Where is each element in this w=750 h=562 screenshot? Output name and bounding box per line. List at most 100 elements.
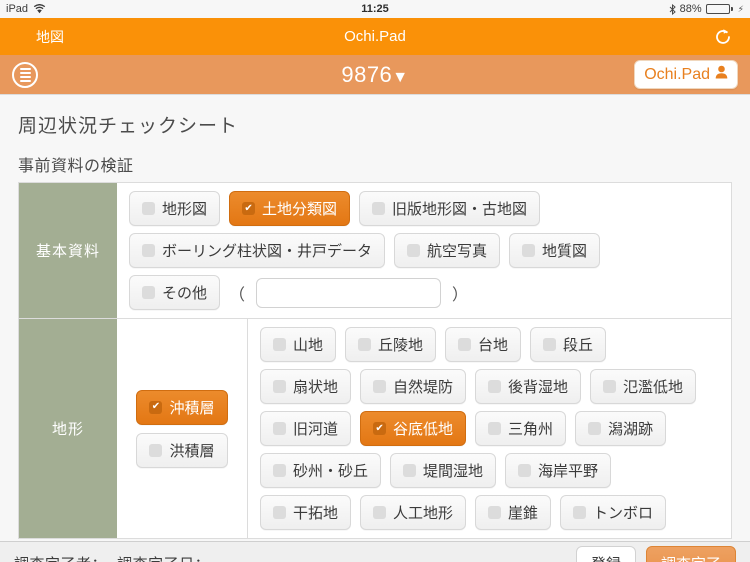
chip-label: 旧河道 [293,421,339,438]
page-content: 周辺状況チェックシート 事前資料の検証 基本資料 地形図 ✔ 土地分類図 旧版地… [0,95,750,541]
page-title: 周辺状況チェックシート [18,116,239,137]
register-button[interactable]: 登録 [575,546,636,562]
checkbox-chip[interactable]: 山地 [260,327,337,362]
close-paren: ） [452,286,469,304]
refresh-icon[interactable] [710,24,736,50]
chip-line: その他 （ ） [129,275,721,310]
checkbox-chip[interactable]: 三角州 [475,411,567,446]
checkbox-box [403,464,417,477]
device-name: iPad [6,3,29,15]
checkbox-chip[interactable]: 潟湖跡 [575,411,667,446]
checkbox-box [373,380,387,393]
checkbox-box [488,506,502,519]
checkbox-chip[interactable]: 干拓地 [260,495,352,530]
checkbox-box [273,338,286,351]
status-bar-left: iPad [6,3,46,15]
chip-label: 三角州 [508,421,554,438]
bottom-toolbar: 調査完了者：- 調査完了日：- 登録 調査完了 [0,541,750,562]
checkbox-box [273,422,286,435]
checkbox-chip[interactable]: 崖錐 [475,495,552,530]
chip-label: 崖錐 [508,505,539,522]
chip-label: 扇状地 [293,379,339,396]
chip-line: 干拓地 人工地形 崖錐 トンボロ [260,495,721,530]
checkbox-chip[interactable]: 海岸平野 [505,453,612,488]
list-menu-icon[interactable] [12,61,38,88]
checkbox-box [458,338,472,351]
checkbox-chip[interactable]: 旧版地形図・古地図 [359,191,541,226]
checkbox-chip[interactable]: 氾濫低地 [590,369,697,404]
checkbox-chip[interactable]: 段丘 [530,327,607,362]
chevron-down-icon: ▼ [392,68,409,86]
wifi-icon [33,4,46,14]
open-paren: （ [229,286,246,304]
checkbox-box [372,202,386,215]
chip-label: 沖積層 [169,399,215,417]
checkbox-box [603,380,617,393]
checkbox-chip[interactable]: 扇状地 [260,369,352,404]
checkbox-chip[interactable]: ✔ 土地分類図 [229,191,351,226]
checkbox-chip[interactable]: ボーリング柱状図・井戸データ [129,233,386,268]
checkbox-box [522,244,536,257]
charging-bolt-icon: ⚡ [737,3,744,14]
chip-line: 地形図 ✔ 土地分類図 旧版地形図・古地図 [129,191,721,226]
checkbox-box [142,286,155,299]
checkbox-chip[interactable]: トンボロ [560,495,667,530]
checkbox-chip[interactable]: 洪積層 [136,432,228,468]
checkbox-chip[interactable]: 地質図 [509,233,601,268]
checkbox-chip[interactable]: 丘陵地 [345,327,437,362]
checklist-table: 基本資料 地形図 ✔ 土地分類図 旧版地形図・古地図 ボーリング柱状図・井戸デー… [18,182,732,539]
chip-line: 砂州・砂丘 堤間湿地 海岸平野 [260,453,721,488]
back-to-map-button[interactable]: 地図 [14,27,64,47]
user-account-button[interactable]: Ochi.Pad [634,60,738,89]
battery-percent-label: 88% [679,3,702,15]
chip-label: 航空写真 [427,243,488,260]
table-row: 地形 ✔ 沖積層 洪積層 山地 丘陵地 台地 段丘 扇状地 自然堤防 後背湿地 … [19,319,731,539]
checkbox-chip[interactable]: ✔ 沖積層 [136,389,228,425]
survey-complete-button[interactable]: 調査完了 [645,546,736,562]
checkbox-chip[interactable]: 自然堤防 [360,369,467,404]
row-label-basic-materials: 基本資料 [19,183,117,318]
checkbox-chip[interactable]: 航空写真 [394,233,501,268]
checkbox-box [358,338,372,351]
checkbox-box [543,338,557,351]
checkbox-chip[interactable]: 堤間湿地 [390,453,497,488]
checkbox-chip[interactable]: 人工地形 [360,495,467,530]
checkbox-box [273,506,286,519]
chip-label: 地質図 [542,243,588,260]
chip-label: 台地 [478,337,509,354]
chip-label: 人工地形 [393,505,454,522]
checkbox-chip-other[interactable]: その他 [129,275,221,310]
chip-label: 土地分類図 [262,201,338,218]
row-body-basic-materials: 地形図 ✔ 土地分類図 旧版地形図・古地図 ボーリング柱状図・井戸データ 航空写… [117,183,731,318]
status-bar-right: 88% ⚡ [669,3,744,15]
chip-line: 扇状地 自然堤防 後背湿地 氾濫低地 [260,369,721,404]
chip-line: 旧河道 ✔ 谷底低地 三角州 潟湖跡 [260,411,721,446]
other-text-input[interactable] [256,277,442,308]
checkbox-chip[interactable]: 後背湿地 [475,369,582,404]
record-toolbar: 9876▼ Ochi.Pad [0,55,750,95]
section-title: 事前資料の検証 [18,158,134,175]
checkbox-chip[interactable]: 台地 [445,327,522,362]
chip-label: 地形図 [162,201,208,218]
chip-label: 後背湿地 [508,379,569,396]
chip-label: 氾濫低地 [623,379,684,396]
chip-label: 谷底低地 [393,421,454,438]
checkbox-chip[interactable]: ✔ 谷底低地 [360,411,467,446]
checkbox-box [488,422,502,435]
row-body-landform: 山地 丘陵地 台地 段丘 扇状地 自然堤防 後背湿地 氾濫低地 旧河道 ✔ 谷底… [248,319,731,538]
chip-label: 海岸平野 [538,463,599,480]
checkbox-chip[interactable]: 地形図 [129,191,221,226]
chip-label: 段丘 [563,337,594,354]
checkbox-chip[interactable]: 旧河道 [260,411,352,446]
chip-label: トンボロ [593,505,654,522]
checkbox-box [149,443,163,457]
checkbox-box [273,380,286,393]
chip-line: 山地 丘陵地 台地 段丘 [260,327,721,362]
checkbox-chip[interactable]: 砂州・砂丘 [260,453,382,488]
checkbox-box [488,380,502,393]
checkbox-box [518,464,532,477]
battery-icon [705,4,733,14]
checkbox-box [407,244,421,257]
chip-label: 丘陵地 [378,337,424,354]
chip-label: 砂州・砂丘 [293,463,369,480]
